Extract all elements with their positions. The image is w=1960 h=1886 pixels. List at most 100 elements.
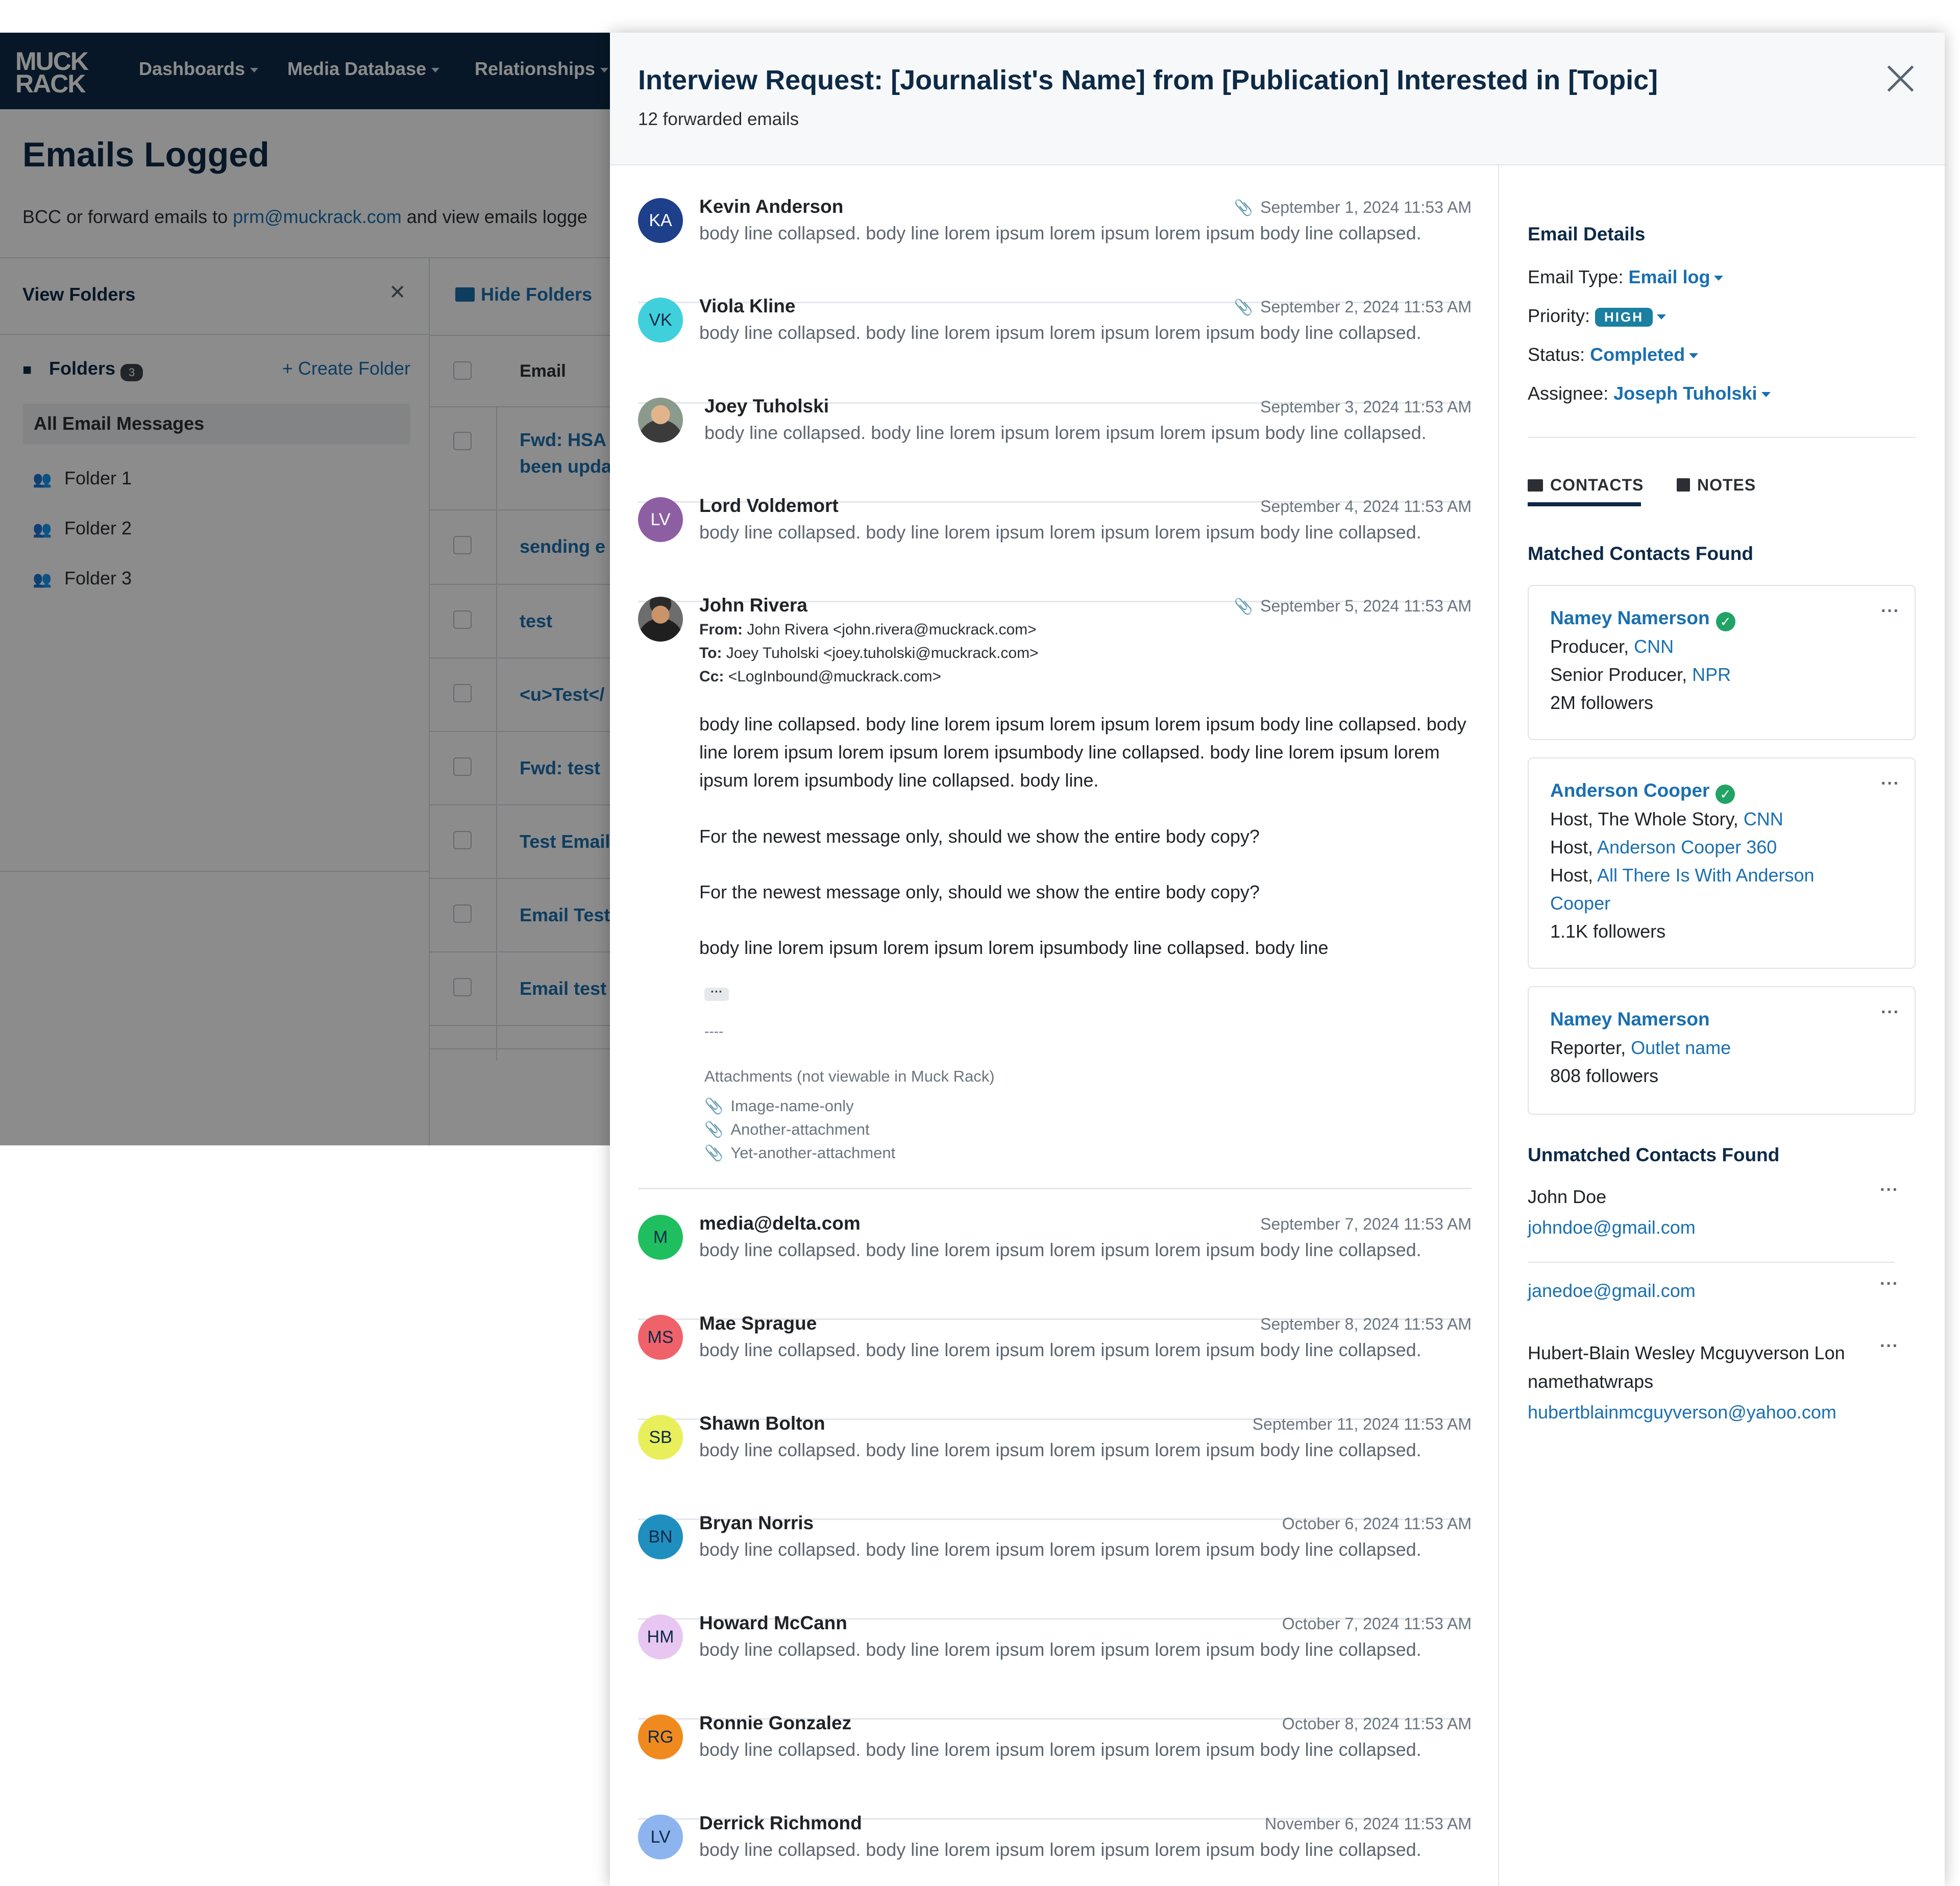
caret-down-icon xyxy=(1689,353,1699,359)
outlet-link[interactable]: NPR xyxy=(1692,664,1731,685)
sender-name: Lord Voldemort xyxy=(699,495,839,516)
email-type-dropdown[interactable]: Email log xyxy=(1628,266,1724,287)
more-options-icon[interactable]: ··· xyxy=(1881,1002,1900,1022)
email-item[interactable]: MS Mae Sprague September 8, 2024 11:53 A… xyxy=(638,1313,1472,1420)
contact-followers: 2M followers xyxy=(1550,692,1654,713)
email-date: November 6, 2024 11:53 AM xyxy=(1265,1815,1472,1833)
attachment-item[interactable]: 📎 Yet-another-attachment xyxy=(704,1144,895,1162)
email-item[interactable]: Joey Tuholski September 3, 2024 11:53 AM… xyxy=(638,396,1472,503)
email-preview: body line collapsed. body line lorem ips… xyxy=(704,422,1427,443)
tab-contacts[interactable]: CONTACTS xyxy=(1528,476,1644,495)
email-cc: Cc: <LogInbound@muckrack.com> xyxy=(699,668,942,685)
sender-name: Joey Tuholski xyxy=(704,396,829,417)
priority-dropdown[interactable]: HIGH xyxy=(1595,305,1667,327)
email-body-paragraph: For the newest message only, should we s… xyxy=(699,826,1260,847)
contact-card[interactable]: Anderson Cooper ✓ ··· Host, The Whole Sto… xyxy=(1528,757,1916,969)
paperclip-icon: 📎 xyxy=(1234,598,1254,615)
more-options-icon[interactable]: ··· xyxy=(1880,1336,1899,1356)
avatar: VK xyxy=(638,298,683,342)
contact-role: Host, Anderson Cooper 360 xyxy=(1550,837,1777,858)
more-options-icon[interactable]: ··· xyxy=(1881,601,1900,621)
assignee-dropdown[interactable]: Joseph Tuholski xyxy=(1613,383,1771,404)
outlet-link[interactable]: Anderson Cooper 360 xyxy=(1597,837,1777,858)
email-item[interactable]: SB Shawn Bolton September 11, 2024 11:53… xyxy=(638,1413,1472,1520)
email-item-expanded: John Rivera 📎 September 5, 2024 11:53 AM … xyxy=(638,595,1472,1189)
email-preview: body line collapsed. body line lorem ips… xyxy=(699,1439,1422,1460)
email-item[interactable]: LV Lord Voldemort September 4, 2024 11:5… xyxy=(638,495,1472,602)
email-item[interactable]: RG Ronnie Gonzalez October 8, 2024 11:53… xyxy=(638,1712,1472,1820)
avatar: KA xyxy=(638,198,683,243)
verified-check-icon: ✓ xyxy=(1716,612,1735,631)
more-options-icon[interactable]: ··· xyxy=(1880,1274,1899,1294)
email-preview: body line collapsed. body line lorem ips… xyxy=(699,1839,1422,1860)
signature-separator: ---- xyxy=(704,1023,724,1039)
status-dropdown[interactable]: Completed xyxy=(1590,344,1699,365)
modal-header: Interview Request: [Journalist's Name] f… xyxy=(610,33,1945,165)
avatar: M xyxy=(638,1215,683,1260)
divider xyxy=(1528,437,1916,438)
modal-backdrop[interactable] xyxy=(0,33,610,1145)
contact-followers: 1.1K followers xyxy=(1550,921,1666,942)
avatar: HM xyxy=(638,1614,683,1659)
email-item[interactable]: M media@delta.com September 7, 2024 11:5… xyxy=(638,1213,1472,1320)
outlet-link[interactable]: All There Is With Anderson xyxy=(1597,865,1815,886)
email-item[interactable]: HM Howard McCann October 7, 2024 11:53 A… xyxy=(638,1612,1472,1720)
email-item[interactable]: LV Derrick Richmond November 6, 2024 11:… xyxy=(638,1812,1472,1884)
outlet-link[interactable]: CNN xyxy=(1744,809,1783,829)
contact-name[interactable]: Namey Namerson ✓ xyxy=(1550,607,1735,631)
avatar: RG xyxy=(638,1714,683,1759)
email-preview: body line collapsed. body line lorem ips… xyxy=(699,322,1422,343)
outlet-link[interactable]: CNN xyxy=(1634,636,1674,657)
email-item[interactable]: BN Bryan Norris October 6, 2024 11:53 AM… xyxy=(638,1512,1472,1620)
email-date: 📎 September 1, 2024 11:53 AM xyxy=(1234,198,1472,216)
envelope-icon xyxy=(1528,479,1543,492)
tab-notes[interactable]: NOTES xyxy=(1677,476,1756,495)
paperclip-icon: 📎 xyxy=(704,1145,724,1162)
more-options-icon[interactable]: ··· xyxy=(1881,774,1900,794)
outlet-link[interactable]: Outlet name xyxy=(1631,1037,1731,1058)
unmatched-contacts-heading: Unmatched Contacts Found xyxy=(1528,1144,1780,1165)
contact-name[interactable]: Namey Namerson xyxy=(1550,1009,1710,1030)
show-more-button[interactable]: ··· xyxy=(704,986,729,1001)
email-preview: body line collapsed. body line lorem ips… xyxy=(699,1639,1422,1660)
email-thread-modal: Interview Request: [Journalist's Name] f… xyxy=(610,33,1945,1886)
paperclip-icon: 📎 xyxy=(704,1098,724,1115)
sender-name: Kevin Anderson xyxy=(699,196,844,217)
priority-badge: HIGH xyxy=(1595,307,1653,327)
attachment-item[interactable]: 📎 Another-attachment xyxy=(704,1120,870,1139)
caret-down-icon xyxy=(1714,276,1724,281)
close-icon[interactable] xyxy=(1885,63,1916,94)
email-date: October 8, 2024 11:53 AM xyxy=(1282,1714,1472,1733)
unmatched-contact-email[interactable]: hubertblainmcguyverson@yahoo.com xyxy=(1528,1402,1836,1423)
email-preview: body line collapsed. body line lorem ips… xyxy=(699,223,1422,243)
more-options-icon[interactable]: ··· xyxy=(1880,1180,1899,1200)
attachment-item[interactable]: 📎 Image-name-only xyxy=(704,1097,854,1115)
email-body-paragraph: For the newest message only, should we s… xyxy=(699,881,1260,902)
contact-role: Host, All There Is With Anderson xyxy=(1550,865,1815,886)
unmatched-contact-name: John Doe xyxy=(1528,1186,1607,1207)
email-item[interactable]: VK Viola Kline 📎 September 2, 2024 11:53 … xyxy=(638,296,1472,404)
sender-name: Mae Sprague xyxy=(699,1313,817,1334)
email-date: September 11, 2024 11:53 AM xyxy=(1252,1415,1472,1433)
email-item[interactable]: KA Kevin Anderson 📎 September 1, 2024 11:… xyxy=(638,196,1472,303)
contact-name[interactable]: Anderson Cooper ✓ xyxy=(1550,780,1735,804)
attachments-label: Attachments (not viewable in Muck Rack) xyxy=(704,1067,995,1085)
email-date: 📎 September 5, 2024 11:53 AM xyxy=(1234,597,1472,615)
contact-card[interactable]: Namey Namerson ··· Reporter, Outlet name… xyxy=(1528,986,1916,1115)
email-date: October 6, 2024 11:53 AM xyxy=(1282,1514,1472,1533)
forwarded-count: 12 forwarded emails xyxy=(638,109,799,129)
divider xyxy=(638,1188,1472,1189)
contact-card[interactable]: Namey Namerson ✓ ··· Producer, CNN Senior… xyxy=(1528,585,1916,740)
avatar: LV xyxy=(638,497,683,542)
divider xyxy=(1528,1262,1894,1263)
contact-role: Producer, CNN xyxy=(1550,636,1674,657)
unmatched-contact-email[interactable]: johndoe@gmail.com xyxy=(1528,1217,1696,1238)
contact-role: Cooper xyxy=(1550,893,1610,914)
email-preview: body line collapsed. body line lorem ips… xyxy=(699,1339,1422,1360)
unmatched-contact-email[interactable]: janedoe@gmail.com xyxy=(1528,1280,1696,1302)
email-details-heading: Email Details xyxy=(1528,224,1646,244)
thread-title: Interview Request: [Journalist's Name] f… xyxy=(638,65,1658,95)
outlet-link[interactable]: Cooper xyxy=(1550,893,1610,914)
avatar: LV xyxy=(638,1815,683,1859)
column-divider xyxy=(1498,165,1499,1886)
